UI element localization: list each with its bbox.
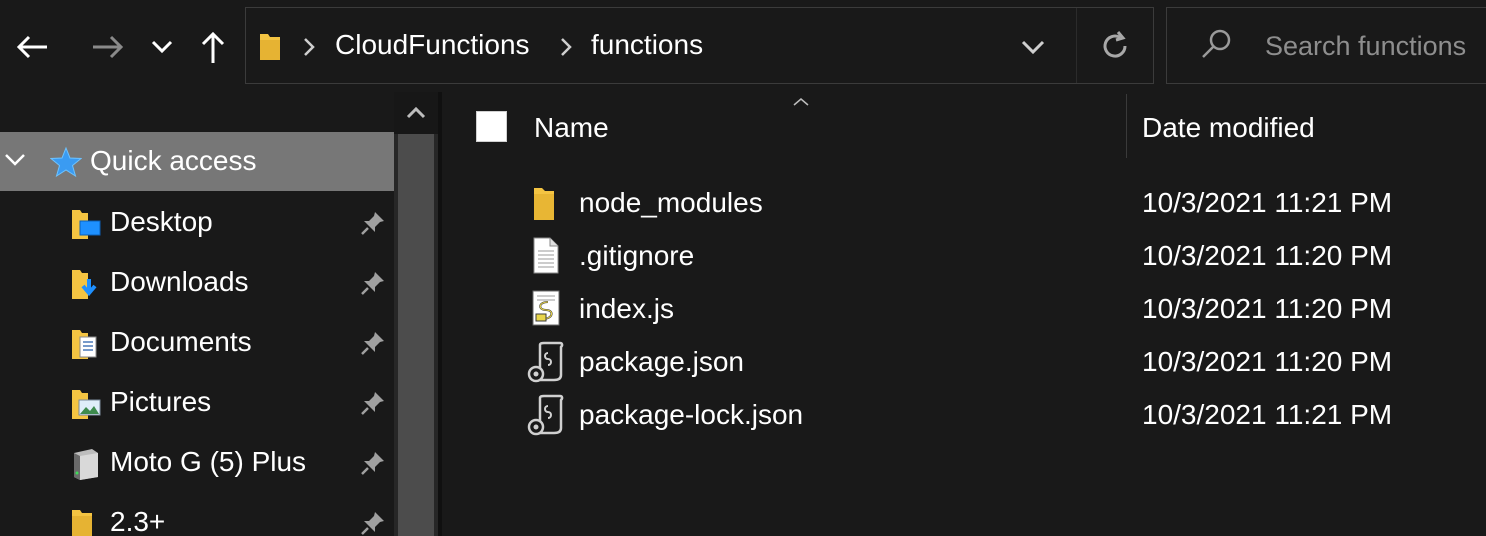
navigation-pane: Quick access Desktop Downloads Documents… [0, 92, 394, 536]
search-box[interactable] [1166, 7, 1486, 84]
text-file-icon [533, 237, 559, 274]
file-name: .gitignore [579, 240, 695, 271]
scroll-up-button[interactable] [394, 92, 438, 134]
folder-icon [260, 34, 280, 60]
address-bar[interactable]: CloudFunctions functions [245, 7, 1154, 84]
scroll-track[interactable] [394, 134, 438, 536]
forward-button[interactable] [84, 22, 132, 72]
file-date: 10/3/2021 11:20 PM [1142, 240, 1393, 271]
chevron-down-icon[interactable] [1018, 32, 1048, 62]
file-name: node_modules [579, 187, 763, 218]
sidebar-item-documents[interactable]: Documents [0, 313, 394, 373]
sidebar-item-label: Desktop [110, 206, 213, 237]
folder-icon [72, 510, 92, 536]
sidebar-item-desktop[interactable]: Desktop [0, 193, 394, 253]
star-icon [50, 146, 82, 178]
sidebar-item-label: Moto G (5) Plus [110, 446, 307, 477]
table-row[interactable]: .gitignore 10/3/2021 11:20 PM [442, 231, 1486, 284]
search-icon [1202, 29, 1231, 58]
file-date: 10/3/2021 11:21 PM [1142, 399, 1393, 430]
sidebar-item-downloads[interactable]: Downloads [0, 253, 394, 313]
table-row[interactable]: node_modules 10/3/2021 11:21 PM [442, 178, 1486, 231]
chevron-right-icon [561, 38, 572, 56]
search-input[interactable] [1265, 26, 1486, 66]
column-divider[interactable] [1126, 94, 1127, 158]
folder-icon [534, 188, 554, 220]
recent-locations-button[interactable] [146, 22, 178, 72]
navigation-scrollbar[interactable] [394, 92, 438, 536]
breadcrumb-functions[interactable]: functions [591, 29, 703, 61]
file-list: Name Date modified node_modules 10/3/202… [442, 92, 1486, 536]
file-name: package-lock.json [579, 399, 804, 430]
sidebar-item-pictures[interactable]: Pictures [0, 373, 394, 433]
sort-ascending-icon [793, 98, 809, 106]
desktop-folder-icon [72, 210, 101, 239]
sidebar-item-label: 2.3+ [110, 506, 166, 536]
file-date: 10/3/2021 11:20 PM [1142, 293, 1393, 324]
pin-icon[interactable] [359, 329, 387, 357]
address-divider [1076, 8, 1077, 83]
table-row[interactable]: index.js 10/3/2021 11:20 PM [442, 284, 1486, 337]
forward-arrow-icon [93, 35, 124, 59]
json-file-icon [527, 341, 564, 383]
chevron-right-icon [304, 38, 315, 56]
table-row[interactable]: package-lock.json 10/3/2021 11:21 PM [442, 390, 1486, 443]
pin-icon[interactable] [359, 509, 387, 536]
pin-icon[interactable] [359, 209, 387, 237]
file-name: index.js [579, 293, 674, 324]
pin-icon[interactable] [359, 269, 387, 297]
refresh-button[interactable] [1091, 26, 1139, 66]
column-header-name[interactable]: Name [534, 112, 609, 144]
sidebar-item-label: Downloads [110, 266, 249, 297]
sidebar-item-label: Documents [110, 326, 252, 357]
refresh-icon [1103, 31, 1127, 58]
file-date: 10/3/2021 11:20 PM [1142, 346, 1393, 377]
pin-icon[interactable] [359, 449, 387, 477]
documents-folder-icon [72, 330, 97, 359]
file-date: 10/3/2021 11:21 PM [1142, 187, 1393, 218]
column-header-date-modified[interactable]: Date modified [1142, 112, 1315, 144]
script-file-icon [532, 290, 560, 326]
back-button[interactable] [8, 22, 56, 72]
pictures-folder-icon [72, 390, 101, 419]
scroll-thumb[interactable] [398, 134, 434, 536]
chevron-down-icon [151, 40, 173, 54]
file-name: package.json [579, 346, 745, 377]
sidebar-item-moto-g-5-plus[interactable]: Moto G (5) Plus [0, 433, 394, 493]
sidebar-item-label: Quick access [90, 145, 257, 176]
pin-icon[interactable] [359, 389, 387, 417]
back-arrow-icon [16, 35, 47, 59]
sidebar-item-quick-access[interactable]: Quick access [0, 132, 394, 191]
up-arrow-icon [201, 31, 225, 63]
downloads-folder-icon [72, 270, 97, 299]
breadcrumb-cloudfunctions[interactable]: CloudFunctions [335, 29, 530, 61]
up-button[interactable] [196, 22, 230, 72]
json-file-icon [527, 394, 564, 436]
navigation-bar: CloudFunctions functions [0, 0, 1486, 92]
chevron-up-icon [406, 106, 426, 119]
table-row[interactable]: package.json 10/3/2021 11:20 PM [442, 337, 1486, 390]
device-icon [74, 449, 98, 480]
sidebar-item-2-3-plus[interactable]: 2.3+ [0, 493, 394, 536]
sidebar-item-label: Pictures [110, 386, 212, 417]
chevron-down-icon[interactable] [4, 152, 26, 168]
select-all-checkbox[interactable] [476, 111, 507, 142]
